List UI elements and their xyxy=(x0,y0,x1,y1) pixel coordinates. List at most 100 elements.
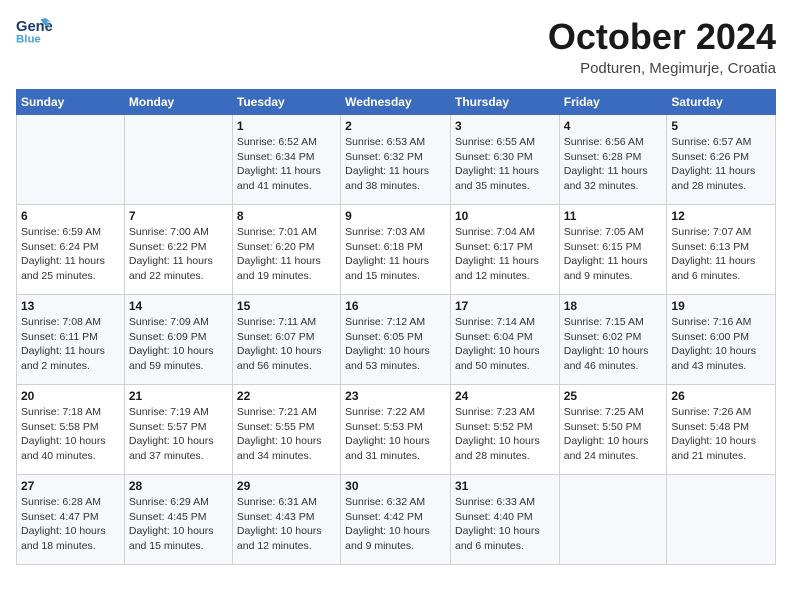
calendar-cell: 26 Sunrise: 7:26 AMSunset: 5:48 PMDayligh… xyxy=(667,385,776,475)
day-number: 18 xyxy=(564,299,663,313)
weekday-header-friday: Friday xyxy=(559,90,667,115)
day-number: 5 xyxy=(671,119,771,133)
day-info: Sunrise: 7:11 AMSunset: 6:07 PMDaylight:… xyxy=(237,315,336,374)
day-info: Sunrise: 7:05 AMSunset: 6:15 PMDaylight:… xyxy=(564,225,663,284)
day-info: Sunrise: 7:09 AMSunset: 6:09 PMDaylight:… xyxy=(129,315,228,374)
day-number: 2 xyxy=(345,119,446,133)
day-info: Sunrise: 7:04 AMSunset: 6:17 PMDaylight:… xyxy=(455,225,555,284)
calendar-cell: 29Sunrise: 6:31 AMSunset: 4:43 PMDayligh… xyxy=(232,475,340,565)
day-info: Sunrise: 7:26 AMSunset: 5:48 PMDaylight:… xyxy=(671,405,771,464)
day-number: 1 xyxy=(237,119,336,133)
calendar-cell: 7Sunrise: 7:00 AMSunset: 6:22 PMDaylight… xyxy=(124,205,232,295)
day-info: Sunrise: 7:16 AMSunset: 6:00 PMDaylight:… xyxy=(671,315,771,374)
calendar-cell: 16 Sunrise: 7:12 AMSunset: 6:05 PMDayligh… xyxy=(341,295,451,385)
calendar-cell: 6 Sunrise: 6:59 AMSunset: 6:24 PMDaylight… xyxy=(17,205,125,295)
day-number: 31 xyxy=(455,479,555,493)
calendar-table: SundayMondayTuesdayWednesdayThursdayFrid… xyxy=(16,89,776,565)
day-number: 10 xyxy=(455,209,555,223)
day-info: Sunrise: 7:07 AMSunset: 6:13 PMDaylight:… xyxy=(671,225,771,284)
calendar-cell: 9 Sunrise: 7:03 AMSunset: 6:18 PMDaylight… xyxy=(341,205,451,295)
day-info: Sunrise: 7:18 AMSunset: 5:58 PMDaylight:… xyxy=(21,405,120,464)
logo-icon: General Blue xyxy=(16,16,52,46)
calendar-cell: 10 Sunrise: 7:04 AMSunset: 6:17 PMDayligh… xyxy=(450,205,559,295)
day-number: 20 xyxy=(21,389,120,403)
weekday-header-sunday: Sunday xyxy=(17,90,125,115)
calendar-week-0: 1Sunrise: 6:52 AMSunset: 6:34 PMDaylight… xyxy=(17,115,776,205)
day-info: Sunrise: 6:59 AMSunset: 6:24 PMDaylight:… xyxy=(21,225,120,284)
weekday-header-row: SundayMondayTuesdayWednesdayThursdayFrid… xyxy=(17,90,776,115)
day-info: Sunrise: 7:01 AMSunset: 6:20 PMDaylight:… xyxy=(237,225,336,284)
calendar-cell: 14 Sunrise: 7:09 AMSunset: 6:09 PMDayligh… xyxy=(124,295,232,385)
calendar-week-4: 27Sunrise: 6:28 AMSunset: 4:47 PMDayligh… xyxy=(17,475,776,565)
calendar-cell: 31Sunrise: 6:33 AMSunset: 4:40 PMDayligh… xyxy=(450,475,559,565)
day-info: Sunrise: 7:14 AMSunset: 6:04 PMDaylight:… xyxy=(455,315,555,374)
svg-text:Blue: Blue xyxy=(16,33,41,45)
calendar-cell: 21 Sunrise: 7:19 AMSunset: 5:57 PMDayligh… xyxy=(124,385,232,475)
day-number: 4 xyxy=(564,119,663,133)
day-number: 17 xyxy=(455,299,555,313)
location-subtitle: Podturen, Megimurje, Croatia xyxy=(548,60,776,77)
day-number: 19 xyxy=(671,299,771,313)
calendar-header: SundayMondayTuesdayWednesdayThursdayFrid… xyxy=(17,90,776,115)
calendar-cell: 25 Sunrise: 7:25 AMSunset: 5:50 PMDayligh… xyxy=(559,385,667,475)
calendar-cell: 28 Sunrise: 6:29 AMSunset: 4:45 PMDayligh… xyxy=(124,475,232,565)
day-info: Sunrise: 7:19 AMSunset: 5:57 PMDaylight:… xyxy=(129,405,228,464)
weekday-header-wednesday: Wednesday xyxy=(341,90,451,115)
logo: General Blue xyxy=(16,16,56,46)
calendar-cell: 24 Sunrise: 7:23 AMSunset: 5:52 PMDayligh… xyxy=(450,385,559,475)
calendar-cell: 19 Sunrise: 7:16 AMSunset: 6:00 PMDayligh… xyxy=(667,295,776,385)
day-number: 8 xyxy=(237,209,336,223)
calendar-cell: 8 Sunrise: 7:01 AMSunset: 6:20 PMDaylight… xyxy=(232,205,340,295)
calendar-cell: 18Sunrise: 7:15 AMSunset: 6:02 PMDayligh… xyxy=(559,295,667,385)
day-number: 22 xyxy=(237,389,336,403)
calendar-cell xyxy=(667,475,776,565)
calendar-cell: 4 Sunrise: 6:56 AMSunset: 6:28 PMDaylight… xyxy=(559,115,667,205)
day-info: Sunrise: 6:29 AMSunset: 4:45 PMDaylight:… xyxy=(129,495,228,554)
calendar-cell: 30Sunrise: 6:32 AMSunset: 4:42 PMDayligh… xyxy=(341,475,451,565)
day-info: Sunrise: 6:53 AMSunset: 6:32 PMDaylight:… xyxy=(345,135,446,194)
day-info: Sunrise: 7:00 AMSunset: 6:22 PMDaylight:… xyxy=(129,225,228,284)
weekday-header-thursday: Thursday xyxy=(450,90,559,115)
day-number: 24 xyxy=(455,389,555,403)
day-number: 23 xyxy=(345,389,446,403)
day-number: 9 xyxy=(345,209,446,223)
day-number: 28 xyxy=(129,479,228,493)
day-info: Sunrise: 7:08 AMSunset: 6:11 PMDaylight:… xyxy=(21,315,120,374)
calendar-cell: 11Sunrise: 7:05 AMSunset: 6:15 PMDayligh… xyxy=(559,205,667,295)
day-info: Sunrise: 7:03 AMSunset: 6:18 PMDaylight:… xyxy=(345,225,446,284)
calendar-cell: 13 Sunrise: 7:08 AMSunset: 6:11 PMDayligh… xyxy=(17,295,125,385)
day-number: 15 xyxy=(237,299,336,313)
calendar-cell: 20 Sunrise: 7:18 AMSunset: 5:58 PMDayligh… xyxy=(17,385,125,475)
day-number: 14 xyxy=(129,299,228,313)
day-number: 6 xyxy=(21,209,120,223)
day-info: Sunrise: 7:12 AMSunset: 6:05 PMDaylight:… xyxy=(345,315,446,374)
calendar-body: 1Sunrise: 6:52 AMSunset: 6:34 PMDaylight… xyxy=(17,115,776,565)
calendar-week-1: 6 Sunrise: 6:59 AMSunset: 6:24 PMDaylight… xyxy=(17,205,776,295)
day-number: 29 xyxy=(237,479,336,493)
calendar-week-2: 13 Sunrise: 7:08 AMSunset: 6:11 PMDayligh… xyxy=(17,295,776,385)
day-number: 16 xyxy=(345,299,446,313)
day-info: Sunrise: 7:25 AMSunset: 5:50 PMDaylight:… xyxy=(564,405,663,464)
month-title: October 2024 xyxy=(548,16,776,58)
weekday-header-monday: Monday xyxy=(124,90,232,115)
day-info: Sunrise: 7:21 AMSunset: 5:55 PMDaylight:… xyxy=(237,405,336,464)
calendar-cell: 22 Sunrise: 7:21 AMSunset: 5:55 PMDayligh… xyxy=(232,385,340,475)
title-area: October 2024 Podturen, Megimurje, Croati… xyxy=(548,16,776,77)
calendar-cell: 17 Sunrise: 7:14 AMSunset: 6:04 PMDayligh… xyxy=(450,295,559,385)
calendar-cell: 12 Sunrise: 7:07 AMSunset: 6:13 PMDayligh… xyxy=(667,205,776,295)
day-info: Sunrise: 6:56 AMSunset: 6:28 PMDaylight:… xyxy=(564,135,663,194)
day-number: 12 xyxy=(671,209,771,223)
calendar-cell xyxy=(17,115,125,205)
weekday-header-saturday: Saturday xyxy=(667,90,776,115)
calendar-cell: 5Sunrise: 6:57 AMSunset: 6:26 PMDaylight… xyxy=(667,115,776,205)
day-info: Sunrise: 6:55 AMSunset: 6:30 PMDaylight:… xyxy=(455,135,555,194)
day-number: 13 xyxy=(21,299,120,313)
day-info: Sunrise: 7:23 AMSunset: 5:52 PMDaylight:… xyxy=(455,405,555,464)
day-number: 26 xyxy=(671,389,771,403)
page-header: General Blue October 2024 Podturen, Megi… xyxy=(16,16,776,77)
day-number: 21 xyxy=(129,389,228,403)
day-number: 25 xyxy=(564,389,663,403)
calendar-cell: 15 Sunrise: 7:11 AMSunset: 6:07 PMDayligh… xyxy=(232,295,340,385)
day-number: 3 xyxy=(455,119,555,133)
calendar-cell: 23Sunrise: 7:22 AMSunset: 5:53 PMDayligh… xyxy=(341,385,451,475)
